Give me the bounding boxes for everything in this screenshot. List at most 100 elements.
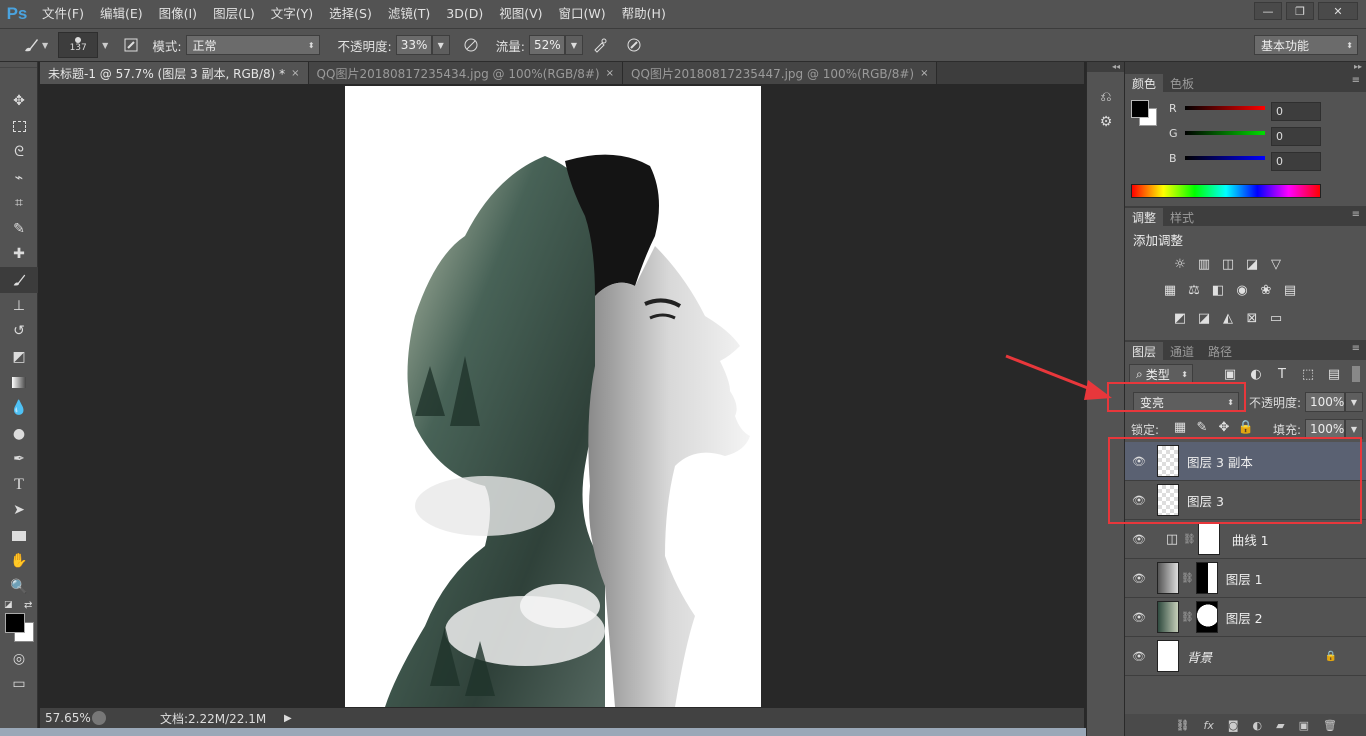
screen-mode-icon[interactable]: ▭ (0, 671, 38, 697)
mode-select[interactable]: 正常 ⬍ (185, 35, 320, 55)
panel-menu-icon[interactable]: ≡ (1352, 343, 1360, 354)
fg-color-swatch[interactable] (1131, 100, 1149, 118)
tab-swatches[interactable]: 色板 (1163, 74, 1201, 92)
black-white-icon[interactable]: ◧ (1209, 282, 1227, 298)
marquee-tool-icon[interactable] (0, 114, 38, 140)
levels-icon[interactable]: ▥ (1195, 256, 1213, 272)
close-icon[interactable]: × (291, 68, 299, 79)
close-icon[interactable]: × (606, 68, 614, 79)
tab-qq-image-2[interactable]: QQ图片20180817235447.jpg @ 100%(RGB/8#) × (623, 62, 938, 84)
menu-help[interactable]: 帮助(H) (614, 0, 674, 28)
channel-r-input[interactable]: 0 (1271, 102, 1321, 121)
channel-g-slider[interactable] (1185, 131, 1265, 135)
menu-file[interactable]: 文件(F) (34, 0, 92, 28)
chevron-down-icon[interactable]: ▼ (102, 41, 108, 50)
properties-panel-icon[interactable]: ⚙ (1087, 110, 1125, 136)
expand-icon[interactable]: ▸▸ (1125, 62, 1366, 72)
posterize-icon[interactable]: ◪ (1195, 310, 1213, 326)
history-panel-icon[interactable]: ⎌ (1087, 84, 1125, 110)
invert-icon[interactable]: ◩ (1171, 310, 1189, 326)
color-spectrum-bar[interactable] (1131, 184, 1321, 198)
tab-paths[interactable]: 路径 (1201, 342, 1239, 360)
adjustment-filter-icon[interactable]: ◐ (1247, 366, 1265, 382)
type-filter-icon[interactable]: T (1273, 366, 1291, 382)
gradient-map-icon[interactable]: ▭ (1267, 310, 1285, 326)
pressure-opacity-icon[interactable] (460, 34, 482, 56)
filter-toggle[interactable] (1352, 366, 1360, 382)
close-icon[interactable]: × (920, 68, 928, 79)
fill-input[interactable]: 100% (1305, 419, 1345, 439)
menu-layer[interactable]: 图层(L) (205, 0, 263, 28)
link-icon[interactable]: ⛓ (1183, 534, 1196, 545)
layer-row-layer2[interactable]: 👁 ⛓ 图层 2 (1125, 598, 1366, 637)
close-button[interactable]: ✕ (1318, 2, 1358, 20)
chevron-down-icon[interactable]: ▼ (42, 41, 48, 50)
workspace-select[interactable]: 基本功能 ⬍ (1254, 35, 1358, 55)
lock-transparency-icon[interactable]: ▦ (1171, 419, 1189, 435)
layer-row-curves1[interactable]: 👁 ◫ ⛓ 曲线 1 (1125, 520, 1366, 559)
channel-b-input[interactable]: 0 (1271, 152, 1321, 171)
menu-filter[interactable]: 滤镜(T) (380, 0, 438, 28)
path-select-tool-icon[interactable]: ➤ (0, 498, 38, 524)
layer-opacity-input[interactable]: 100% (1305, 392, 1345, 412)
color-balance-icon[interactable]: ⚖ (1185, 282, 1203, 298)
layer-mask-thumbnail[interactable] (1195, 601, 1218, 633)
zoom-level[interactable]: 57.65% (40, 711, 92, 725)
panel-menu-icon[interactable]: ≡ (1352, 209, 1360, 220)
link-layers-icon[interactable]: ⛓ (1176, 719, 1190, 732)
shape-filter-icon[interactable]: ⬚ (1299, 366, 1317, 382)
gradient-tool-icon[interactable] (0, 370, 38, 396)
tab-qq-image-1[interactable]: QQ图片20180817235434.jpg @ 100%(RGB/8#) × (308, 62, 623, 84)
move-tool-icon[interactable]: ✥ (0, 88, 38, 114)
zoom-tool-icon[interactable]: 🔍 (0, 574, 38, 600)
crop-tool-icon[interactable]: ⌗ (0, 190, 38, 216)
brush-panel-icon[interactable] (120, 34, 142, 56)
menu-type[interactable]: 文字(Y) (263, 0, 321, 28)
menu-view[interactable]: 视图(V) (491, 0, 550, 28)
lasso-tool-icon[interactable]: ᘓ (0, 139, 38, 165)
tab-layers[interactable]: 图层 (1125, 342, 1164, 360)
layer-mask-thumbnail[interactable] (1197, 523, 1220, 555)
dodge-tool-icon[interactable]: ● (0, 421, 38, 447)
threshold-icon[interactable]: ◭ (1219, 310, 1237, 326)
layer-opacity-dropdown[interactable]: ▼ (1345, 392, 1363, 412)
opacity-input[interactable]: 33% (395, 35, 432, 55)
lock-pixels-icon[interactable]: ✎ (1193, 419, 1211, 435)
menu-select[interactable]: 选择(S) (321, 0, 380, 28)
restore-button[interactable]: ❐ (1286, 2, 1314, 20)
link-icon[interactable]: ⛓ (1181, 573, 1194, 584)
eye-icon[interactable]: 👁 (1125, 611, 1153, 624)
healing-brush-tool-icon[interactable]: ✚ (0, 242, 38, 268)
exposure-icon[interactable]: ◪ (1243, 256, 1261, 272)
layer-mask-thumbnail[interactable] (1195, 562, 1218, 594)
status-icon[interactable] (92, 711, 106, 725)
brush-tool-icon[interactable] (20, 34, 42, 56)
layer-row-background[interactable]: 👁 背景 🔒 (1125, 637, 1366, 676)
eraser-tool-icon[interactable]: ◩ (0, 344, 38, 370)
swap-colors-icon[interactable]: ⇄ (24, 600, 32, 611)
add-mask-icon[interactable]: ◙ (1228, 719, 1239, 732)
menu-3d[interactable]: 3D(D) (438, 0, 491, 28)
opacity-dropdown-button[interactable]: ▼ (431, 35, 450, 55)
pen-tool-icon[interactable]: ✒ (0, 446, 38, 472)
new-layer-icon[interactable]: ▣ (1299, 719, 1309, 732)
channel-b-slider[interactable] (1185, 156, 1265, 160)
tab-untitled-1[interactable]: 未标题-1 @ 57.7% (图层 3 副本, RGB/8) * × (40, 62, 309, 84)
hue-saturation-icon[interactable]: ▦ (1161, 282, 1179, 298)
selective-color-icon[interactable]: ⊠ (1243, 310, 1261, 326)
panel-menu-icon[interactable]: ≡ (1352, 75, 1360, 86)
flow-dropdown-button[interactable]: ▼ (564, 35, 583, 55)
history-brush-tool-icon[interactable]: ↺ (0, 318, 38, 344)
flow-input[interactable]: 52% (528, 35, 565, 55)
menu-window[interactable]: 窗口(W) (551, 0, 614, 28)
document-canvas[interactable] (345, 86, 761, 707)
color-lookup-icon[interactable]: ▤ (1281, 282, 1299, 298)
quick-select-tool-icon[interactable]: ⌁ (0, 165, 38, 191)
layer-row-layer1[interactable]: 👁 ⛓ 图层 1 (1125, 559, 1366, 598)
foreground-color-swatch[interactable] (5, 612, 25, 633)
brightness-icon[interactable]: ☼ (1171, 256, 1189, 272)
brush-preset-picker[interactable]: 137 (58, 32, 99, 58)
default-colors-icon[interactable]: ◪ (4, 600, 13, 610)
type-tool-icon[interactable]: T (0, 472, 38, 498)
channel-r-slider[interactable] (1185, 106, 1265, 110)
